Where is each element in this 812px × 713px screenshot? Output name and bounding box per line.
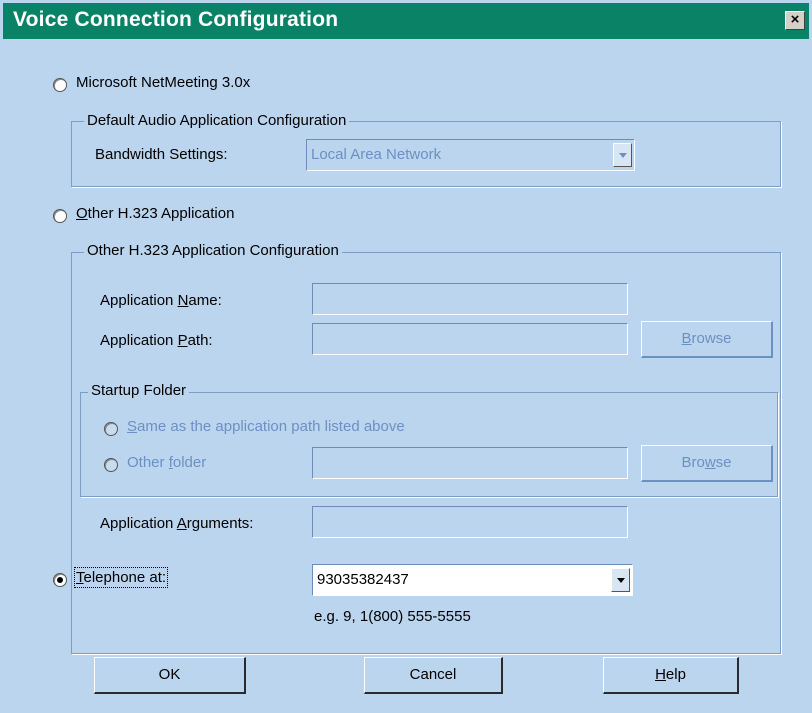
app-name-label-b: ame: (188, 292, 222, 309)
app-path-label-b: ath: (187, 332, 213, 349)
browse-folder-b: se (715, 454, 732, 471)
help-accel: H (655, 666, 666, 683)
telephone-example-text: e.g. 9, 1(800) 555-5555 (314, 608, 471, 625)
app-name-label: Application Name: (100, 292, 222, 309)
title-bar[interactable]: Voice Connection Configuration × (3, 3, 809, 39)
app-args-label-b: rguments: (186, 515, 254, 532)
chevron-down-icon[interactable] (611, 568, 630, 592)
same-path-accel: S (127, 418, 138, 435)
telephone-radio[interactable] (53, 573, 67, 587)
telephone-option-label[interactable]: Telephone at: (73, 567, 169, 588)
h323-option-accel: O (76, 205, 88, 222)
app-name-label-a: Application (100, 292, 178, 309)
browse-folder-button[interactable]: Browse (641, 445, 773, 482)
telephone-option-text: elephone at: (83, 569, 167, 586)
browse-path-text: rowse (691, 330, 732, 347)
cancel-button[interactable]: Cancel (364, 657, 503, 694)
app-path-label: Application Path: (100, 332, 213, 349)
browse-path-button[interactable]: Browse (641, 321, 773, 358)
app-args-input[interactable] (312, 506, 628, 538)
ok-button[interactable]: OK (94, 657, 246, 694)
bandwidth-label: Bandwidth Settings: (95, 146, 228, 163)
help-button[interactable]: Help (603, 657, 739, 694)
other-h323-group-title: Other H.323 Application Configuration (84, 242, 342, 259)
chevron-down-icon[interactable] (613, 143, 632, 167)
same-path-label[interactable]: Same as the application path listed abov… (127, 418, 405, 435)
bandwidth-select[interactable]: Local Area Network (306, 139, 635, 171)
same-path-text: ame as the application path listed above (137, 418, 405, 435)
same-path-radio[interactable] (104, 422, 118, 436)
other-folder-label[interactable]: Other folder (127, 454, 206, 471)
netmeeting-option-label[interactable]: Microsoft NetMeeting 3.0x (76, 74, 250, 91)
help-text: elp (665, 666, 686, 683)
h323-radio[interactable] (53, 209, 67, 223)
h323-option-text: ther H.323 Application (87, 205, 235, 222)
bandwidth-value: Local Area Network (311, 146, 442, 163)
other-folder-a: O (127, 454, 139, 471)
app-path-input[interactable] (312, 323, 628, 355)
app-name-input[interactable] (312, 283, 628, 315)
telephone-number-value: 93035382437 (317, 571, 409, 588)
default-audio-group-title: Default Audio Application Configuration (84, 112, 350, 129)
other-folder-input[interactable] (312, 447, 628, 479)
close-button[interactable]: × (785, 11, 805, 30)
app-args-label-a: Application (100, 515, 177, 532)
browse-path-accel: B (681, 330, 692, 347)
telephone-option-accel: T (76, 569, 84, 586)
app-name-label-key: N (177, 292, 189, 309)
telephone-number-combo[interactable]: 93035382437 (312, 564, 633, 596)
netmeeting-radio[interactable] (53, 78, 67, 92)
app-args-label-key: A (176, 515, 187, 532)
h323-option-label[interactable]: Other H.323 Application (76, 205, 234, 222)
browse-folder-key: w (704, 454, 716, 471)
other-folder-b: ther (138, 454, 169, 471)
other-folder-radio[interactable] (104, 458, 118, 472)
window-title: Voice Connection Configuration (13, 8, 339, 31)
browse-folder-a: Bro (681, 454, 705, 471)
other-folder-c: older (172, 454, 207, 471)
startup-folder-group-title: Startup Folder (88, 382, 190, 399)
app-path-label-key: P (177, 332, 188, 349)
app-args-label: Application Arguments: (100, 515, 253, 532)
voice-connection-dialog: Voice Connection Configuration × Microso… (0, 0, 812, 713)
app-path-label-a: Application (100, 332, 178, 349)
